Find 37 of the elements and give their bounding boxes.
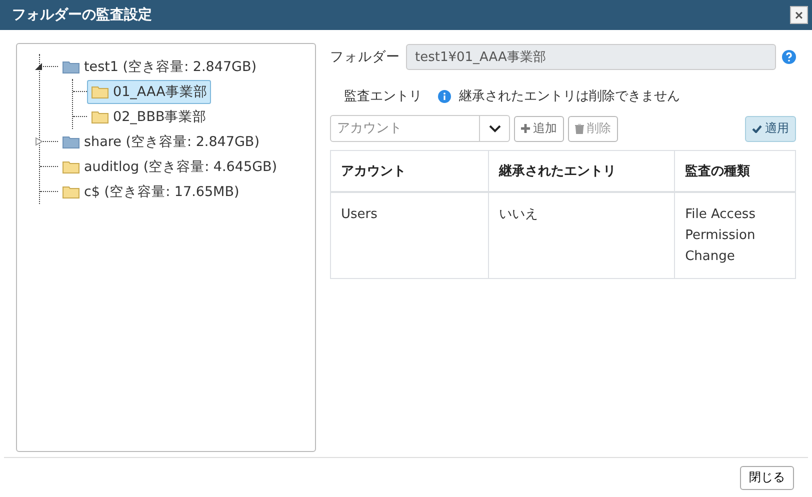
folder-icon [91,84,109,98]
chevron-down-icon [488,124,500,132]
collapse-icon[interactable] [35,62,43,71]
tree-item[interactable]: test1 (空き容量: 2.847GB) [58,54,261,78]
folder-icon [62,134,80,148]
info-icon [438,90,451,102]
folder-field[interactable]: test1¥01_AAA事業部 [406,44,776,70]
column-header: アカウント [330,150,489,192]
table-cell: File Access Permission Change [674,192,796,278]
add-button[interactable]: 追加 [514,116,564,142]
column-header: 継承されたエントリ [488,150,675,192]
folder-icon [62,184,80,198]
tree-item[interactable]: 01_AAA事業部 [87,80,212,104]
table-cell: Users [330,192,489,278]
plus-icon [521,124,530,133]
tree-item[interactable]: 02_BBB事業部 [87,104,211,128]
check-icon [752,124,762,132]
tree-item[interactable]: share (空き容量: 2.847GB) [58,130,264,154]
tree-item[interactable]: auditlog (空き容量: 4.645GB) [58,154,282,178]
section-heading: 監査エントリ [344,88,422,105]
tree-item[interactable]: c$ (空き容量: 17.65MB) [58,180,244,204]
folder-icon [62,60,80,74]
column-header: 監査の種類 [674,150,796,192]
account-field[interactable]: アカウント [330,115,480,142]
apply-button[interactable]: 適用 [745,116,796,142]
trash-icon [575,124,584,134]
close-button[interactable]: × [790,6,808,24]
dropdown-button[interactable] [480,115,510,142]
info-note: 継承されたエントリは削除できません [459,88,680,105]
expand-icon[interactable] [35,137,43,146]
folder-icon [91,110,109,124]
help-icon[interactable] [782,50,796,64]
close-dialog-button[interactable]: 閉じる [740,466,794,490]
folder-label: フォルダー [330,48,400,66]
folder-icon [62,160,80,174]
table-cell: いいえ [488,192,675,278]
window-title: フォルダーの監査設定 [12,6,152,24]
